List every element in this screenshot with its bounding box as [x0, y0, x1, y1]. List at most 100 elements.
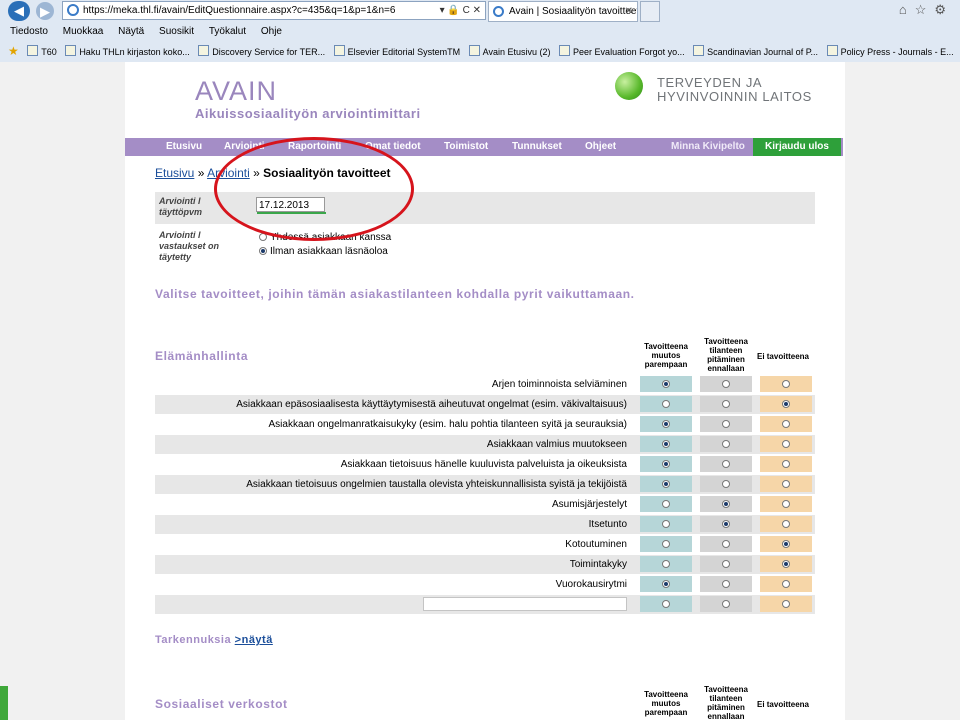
address-bar[interactable]: https://meka.thl.fi/avain/EditQuestionna…: [62, 1, 486, 20]
choice-cell[interactable]: [760, 496, 812, 512]
radio-button[interactable]: [782, 460, 790, 468]
choice-cell[interactable]: [640, 596, 692, 612]
radio-button[interactable]: [662, 540, 670, 548]
tab-active[interactable]: Avain | Sosiaalityön tavoitteet ✕: [488, 1, 638, 22]
favorite-item[interactable]: T60: [27, 42, 57, 61]
favorite-item[interactable]: Policy Press - Journals - E...: [826, 42, 954, 61]
menu-item-edit[interactable]: Muokkaa: [63, 26, 104, 37]
logout-button[interactable]: Kirjaudu ulos: [753, 138, 841, 156]
tab-close-icon[interactable]: ✕: [625, 2, 633, 21]
choice-cell[interactable]: [760, 436, 812, 452]
choice-cell[interactable]: [640, 416, 692, 432]
radio-button[interactable]: [662, 400, 670, 408]
radio-button[interactable]: [782, 380, 790, 388]
choice-cell[interactable]: [640, 516, 692, 532]
radio-without-client[interactable]: Ilman asiakkaan läsnäoloa: [259, 246, 388, 257]
choice-cell[interactable]: [700, 576, 752, 592]
nav-item-tunnukset[interactable]: Tunnukset: [512, 138, 562, 156]
favorite-item[interactable]: Haku THLn kirjaston koko...: [65, 42, 190, 61]
choice-cell[interactable]: [700, 416, 752, 432]
choice-cell[interactable]: [760, 596, 812, 612]
choice-cell[interactable]: [640, 436, 692, 452]
nav-item-etusivu[interactable]: Etusivu: [166, 138, 202, 156]
radio-button[interactable]: [722, 480, 730, 488]
radio-button-selected[interactable]: [662, 380, 670, 388]
menu-item-favorites[interactable]: Suosikit: [159, 26, 194, 37]
radio-button-selected[interactable]: [662, 580, 670, 588]
choice-cell[interactable]: [760, 416, 812, 432]
radio-button-selected[interactable]: [662, 480, 670, 488]
radio-button[interactable]: [662, 560, 670, 568]
choice-cell[interactable]: [760, 476, 812, 492]
other-text-input[interactable]: [423, 597, 627, 611]
favorite-item[interactable]: Discovery Service for TER...: [198, 42, 325, 61]
choice-cell[interactable]: [760, 376, 812, 392]
menu-item-help[interactable]: Ohje: [261, 26, 282, 37]
radio-button-selected[interactable]: [722, 520, 730, 528]
choice-cell[interactable]: [700, 476, 752, 492]
home-icon[interactable]: ⌂: [899, 2, 915, 17]
brand-title[interactable]: AVAIN: [195, 76, 277, 107]
radio-button[interactable]: [722, 460, 730, 468]
menu-item-tools[interactable]: Työkalut: [209, 26, 246, 37]
choice-cell[interactable]: [640, 456, 692, 472]
choice-cell[interactable]: [760, 576, 812, 592]
radio-button[interactable]: [722, 600, 730, 608]
nav-item-toimistot[interactable]: Toimistot: [444, 138, 488, 156]
menu-item-file[interactable]: Tiedosto: [10, 26, 48, 37]
radio-button[interactable]: [722, 580, 730, 588]
address-tools[interactable]: ▾ 🔒 C ✕: [440, 2, 481, 19]
radio-button[interactable]: [722, 380, 730, 388]
favorite-item[interactable]: Peer Evaluation Forgot yo...: [559, 42, 685, 61]
choice-cell[interactable]: [760, 536, 812, 552]
favorite-item[interactable]: Avain Etusivu (2): [468, 42, 551, 61]
choice-cell[interactable]: [640, 576, 692, 592]
radio-button-selected[interactable]: [662, 460, 670, 468]
radio-button-selected[interactable]: [662, 440, 670, 448]
radio-button-selected[interactable]: [782, 400, 790, 408]
radio-button-selected[interactable]: [782, 560, 790, 568]
nav-item-ohjeet[interactable]: Ohjeet: [585, 138, 616, 156]
radio-button[interactable]: [722, 540, 730, 548]
choice-cell[interactable]: [700, 496, 752, 512]
radio-button[interactable]: [662, 600, 670, 608]
radio-button[interactable]: [782, 500, 790, 508]
choice-cell[interactable]: [700, 436, 752, 452]
choice-cell[interactable]: [700, 516, 752, 532]
radio-button[interactable]: [782, 420, 790, 428]
choice-cell[interactable]: [700, 396, 752, 412]
new-tab-button[interactable]: [640, 1, 660, 22]
radio-button[interactable]: [722, 440, 730, 448]
choice-cell[interactable]: [700, 456, 752, 472]
choice-cell[interactable]: [640, 536, 692, 552]
radio-button[interactable]: [662, 500, 670, 508]
forward-icon[interactable]: ▶: [36, 2, 54, 20]
radio-button-selected[interactable]: [722, 500, 730, 508]
favorite-item[interactable]: Scandinavian Journal of P...: [693, 42, 818, 61]
radio-button[interactable]: [722, 560, 730, 568]
choice-cell[interactable]: [760, 556, 812, 572]
gear-icon[interactable]: ⚙: [934, 2, 954, 17]
radio-button[interactable]: [782, 520, 790, 528]
radio-button[interactable]: [722, 400, 730, 408]
choice-cell[interactable]: [700, 556, 752, 572]
favorites-star-icon[interactable]: ☆: [915, 2, 935, 17]
back-icon[interactable]: ◀: [8, 1, 30, 21]
details-show-link[interactable]: >näytä: [235, 634, 273, 646]
choice-cell[interactable]: [700, 536, 752, 552]
radio-button[interactable]: [782, 440, 790, 448]
radio-button-selected[interactable]: [782, 540, 790, 548]
radio-button-selected[interactable]: [259, 247, 267, 255]
choice-cell[interactable]: [640, 376, 692, 392]
breadcrumb-home-link[interactable]: Etusivu: [155, 166, 194, 180]
radio-button[interactable]: [782, 600, 790, 608]
choice-cell[interactable]: [640, 396, 692, 412]
favorite-item[interactable]: Elsevier Editorial SystemTM: [333, 42, 460, 61]
choice-cell[interactable]: [640, 556, 692, 572]
choice-cell[interactable]: [760, 456, 812, 472]
menu-item-view[interactable]: Näytä: [118, 26, 144, 37]
radio-button[interactable]: [782, 580, 790, 588]
radio-button-selected[interactable]: [662, 420, 670, 428]
radio-button[interactable]: [722, 420, 730, 428]
choice-cell[interactable]: [760, 396, 812, 412]
